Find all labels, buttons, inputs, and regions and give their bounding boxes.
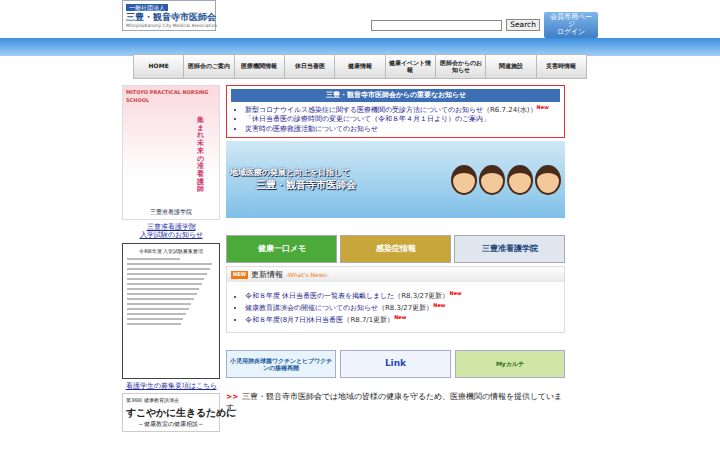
poster-caption: 三豊准看護学院 bbox=[126, 207, 216, 216]
exam-document[interactable]: 令和8年度 入学試験募集要項 bbox=[122, 243, 220, 379]
news-date: 」 bbox=[483, 115, 490, 123]
news-date: （R8.3/27更新） bbox=[378, 304, 433, 312]
updates-header: NEW更新情報-What's News- bbox=[227, 267, 564, 282]
news-link[interactable]: 災害時の医療救護活動についてのお知らせ bbox=[245, 125, 378, 133]
quick-link[interactable]: 感染症情報 bbox=[340, 235, 451, 263]
nav-item[interactable]: 災害時情報 bbox=[537, 55, 586, 78]
body: MITOYO PRACTICAL NURSING SCHOOL 集まれ未来の准看護… bbox=[122, 85, 565, 432]
lecture-sub: ～健康教室の健康相談～ bbox=[126, 420, 216, 428]
quick-links: 健康一口メモ 感染症情報 三豊准看護学院 bbox=[226, 235, 565, 263]
hero-line: 三豊・観音寺市医師会 bbox=[230, 178, 356, 192]
hero-banner: 地域医療の発展と向上を目指して三豊・観音寺市医師会 bbox=[226, 141, 565, 218]
recruit-link[interactable]: 看護学生の募集要項はこちら bbox=[122, 382, 220, 390]
new-badge: New bbox=[537, 104, 549, 110]
new-badge: New bbox=[394, 314, 406, 320]
news-item: 令和８年度 休日当番医の一覧表を掲載しました（R8.3/27更新）New bbox=[245, 290, 560, 302]
notice-header: 三豊・観音寺市医師会からの重要なお知らせ bbox=[231, 89, 560, 102]
new-badge: New bbox=[450, 290, 462, 296]
notice-box: 三豊・観音寺市医師会からの重要なお知らせ新型コロナウイルス感染症に関する医療機関… bbox=[226, 85, 565, 138]
quick-link-label: 健康一口メモ bbox=[258, 243, 306, 255]
quick-link[interactable]: 健康一口メモ bbox=[226, 235, 337, 263]
nav-item[interactable]: HOME bbox=[134, 55, 184, 78]
logo-name: 三豊・観音寺市医師会 bbox=[126, 12, 212, 23]
nav-item[interactable]: 医療機関情報 bbox=[235, 55, 285, 78]
sidebar: MITOYO PRACTICAL NURSING SCHOOL 集まれ未来の准看護… bbox=[122, 85, 220, 432]
header-tools: Search 会員専用ページログイン bbox=[371, 12, 598, 38]
poster-title: MITOYO PRACTICAL NURSING SCHOOL bbox=[126, 89, 216, 104]
footer-text: 三豊・観音寺市医師会では地域の皆様の健康を守るため、医療機関の情報を提供していま… bbox=[226, 392, 562, 412]
quick-link-label: 三豊准看護学院 bbox=[482, 243, 538, 255]
nav-item[interactable]: 健康情報 bbox=[335, 55, 385, 78]
exam-link-line: 入学試験のお知らせ bbox=[122, 231, 220, 239]
nav-item[interactable]: 健康イベント情報 bbox=[386, 55, 436, 78]
poster-slogan: 集まれ未来の准看護師 bbox=[197, 117, 204, 194]
nav-item[interactable]: 関連施設 bbox=[486, 55, 536, 78]
new-badge: New bbox=[433, 302, 445, 308]
news-date: （R8.3/27更新） bbox=[394, 293, 449, 301]
quick-link[interactable]: 三豊准看護学院 bbox=[454, 235, 565, 263]
hero-line: 地域医療の発展と向上を目指して bbox=[230, 167, 356, 178]
logo-en: Mitoyo&Kanonji City Medical Association bbox=[126, 23, 212, 28]
ad-banner[interactable]: Link bbox=[340, 350, 450, 378]
lecture-document[interactable]: 第36回 健康教育講演会すこやかに生きるために～健康教室の健康相談～ bbox=[122, 393, 220, 432]
lecture-pre: 第36回 健康教育講演会 bbox=[126, 397, 216, 405]
news-list: 新型コロナウイルス感染症に関する医療機関の受診方法についてのお知らせ（R6.7.… bbox=[231, 104, 560, 135]
news-link[interactable]: 令和８年度 休日当番医の一覧表を掲載しました bbox=[245, 293, 394, 301]
hero-text: 地域医療の発展と向上を目指して三豊・観音寺市医師会 bbox=[230, 167, 356, 192]
school-poster[interactable]: MITOYO PRACTICAL NURSING SCHOOL 集まれ未来の准看護… bbox=[122, 85, 220, 220]
search-field[interactable] bbox=[371, 20, 502, 31]
search-button[interactable]: Search bbox=[506, 19, 540, 31]
new-icon: NEW bbox=[231, 271, 248, 279]
news-date: （R8.7/1更新） bbox=[343, 316, 394, 324]
arrow-icon: >> bbox=[226, 392, 239, 401]
news-date: （R6.7.24(水)） bbox=[483, 106, 537, 114]
quick-link-label: 感染症情報 bbox=[376, 243, 416, 255]
updates: NEW更新情報-What's News- 令和８年度 休日当番医の一覧表を掲載しま… bbox=[226, 266, 565, 333]
news-link[interactable]: 新型コロナウイルス感染症に関する医療機関の受診方法についてのお知らせ bbox=[245, 106, 483, 114]
logo-tag: 一般社団法人 bbox=[126, 4, 168, 11]
header: 一般社団法人三豊・観音寺市医師会Mitoyo&Kanonji City Medi… bbox=[122, 0, 598, 42]
page: 一般社団法人三豊・観音寺市医師会Mitoyo&Kanonji City Medi… bbox=[122, 0, 598, 42]
people-icon bbox=[451, 165, 565, 195]
updates-body: 令和８年度 休日当番医の一覧表を掲載しました（R8.3/27更新）New健康教育… bbox=[227, 282, 564, 331]
footer-line: >>三豊・観音寺市医師会では地域の皆様の健康を守るため、医療機関の情報を提供して… bbox=[226, 391, 565, 414]
news-link[interactable]: 令和８年度(8月7日)休日当番医 bbox=[245, 316, 343, 324]
ad-banners: 小児用肺炎球菌ワクチンとヒブワクチンの接種再開LinkMyカルテ bbox=[226, 350, 565, 378]
news-item: 健康教育講演会の開催についてのお知らせ（R8.3/27更新）New bbox=[245, 302, 560, 314]
updates-title: 更新情報 bbox=[251, 269, 283, 280]
nav-item[interactable]: 医師会からのお知らせ bbox=[436, 55, 486, 78]
main: 三豊・観音寺市医師会からの重要なお知らせ新型コロナウイルス感染症に関する医療機関… bbox=[226, 85, 565, 432]
exam-link-line: 三豊准看護学院 bbox=[122, 223, 220, 231]
lecture-title: すこやかに生きるために bbox=[126, 405, 216, 420]
login-label: ログイン bbox=[548, 29, 594, 36]
main-nav: HOME医師会のご案内医療機関情報休日当番医健康情報健康イベント情報医師会からの… bbox=[133, 54, 587, 79]
document-title: 令和8年度 入学試験募集要項 bbox=[127, 248, 215, 256]
news-item: 災害時の医療救護活動についてのお知らせ bbox=[245, 125, 560, 134]
login-label: 会員専用ページ bbox=[548, 14, 594, 29]
news-item: 「休日当番医の診療時間の変更について（令和８年４月１日より）のご案内」 bbox=[245, 115, 560, 124]
logo[interactable]: 一般社団法人三豊・観音寺市医師会Mitoyo&Kanonji City Medi… bbox=[122, 0, 216, 31]
exam-link[interactable]: 三豊准看護学院入学試験のお知らせ bbox=[122, 223, 220, 240]
nav-item[interactable]: 休日当番医 bbox=[285, 55, 335, 78]
news-list: 令和８年度 休日当番医の一覧表を掲載しました（R8.3/27更新）New健康教育… bbox=[231, 290, 560, 325]
member-login-button[interactable]: 会員専用ページログイン bbox=[544, 12, 598, 38]
content: HOME医師会のご案内医療機関情報休日当番医健康情報健康イベント情報医師会からの… bbox=[122, 54, 598, 432]
ad-banner[interactable]: Myカルテ bbox=[455, 350, 565, 378]
updates-sub: -What's News- bbox=[286, 270, 329, 279]
news-link[interactable]: 健康教育講演会の開催についてのお知らせ bbox=[245, 304, 378, 312]
news-link[interactable]: 「休日当番医の診療時間の変更について（令和８年４月１日より）のご案内 bbox=[245, 115, 483, 123]
ad-banner[interactable]: 小児用肺炎球菌ワクチンとヒブワクチンの接種再開 bbox=[226, 350, 336, 378]
nav-item[interactable]: 医師会のご案内 bbox=[184, 55, 234, 78]
news-item: 令和８年度(8月7日)休日当番医（R8.7/1更新）New bbox=[245, 314, 560, 326]
news-item: 新型コロナウイルス感染症に関する医療機関の受診方法についてのお知らせ（R6.7.… bbox=[245, 104, 560, 116]
